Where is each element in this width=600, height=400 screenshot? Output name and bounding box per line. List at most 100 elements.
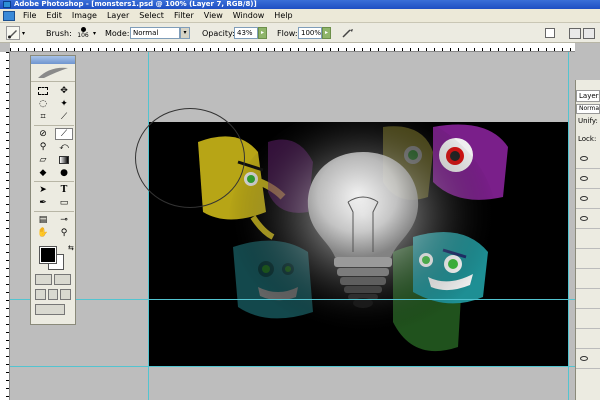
- layer-row[interactable]: [576, 349, 600, 369]
- swap-colors-icon[interactable]: ⇆: [68, 244, 74, 252]
- standard-mode-icon[interactable]: [35, 274, 52, 285]
- layer-row[interactable]: [576, 149, 600, 169]
- guide-vertical-left[interactable]: [148, 52, 149, 400]
- blend-mode-select[interactable]: Normal: [576, 104, 600, 114]
- palette-well-icon-2: [583, 27, 595, 39]
- opacity-input[interactable]: 43%: [234, 27, 258, 39]
- flow-input[interactable]: 100%: [298, 27, 322, 39]
- layer-row[interactable]: [576, 289, 600, 309]
- color-swatches: ⇆: [34, 244, 74, 270]
- eye-icon[interactable]: [580, 156, 588, 161]
- layer-row[interactable]: [576, 249, 600, 269]
- mode-dropdown-arrow-icon: ▾: [180, 27, 190, 39]
- file-browser-icon: [545, 28, 555, 38]
- jump-to-imageready-icon[interactable]: [35, 304, 65, 315]
- pen-tool-icon[interactable]: ✒: [34, 197, 52, 209]
- flow-slider-arrow-icon[interactable]: ▸: [322, 27, 331, 39]
- options-bar: ▾ Brush: 106 ▾ Mode: Normal ▾ Opacity: 4…: [0, 23, 600, 43]
- jump-to-button: [31, 302, 75, 317]
- lock-label: Lock:: [578, 135, 597, 143]
- mode-select[interactable]: Normal ▾: [130, 23, 190, 43]
- mode-label: Mode:: [105, 28, 130, 38]
- flow-control[interactable]: 100% ▸: [298, 23, 331, 43]
- eraser-tool-icon[interactable]: ▱: [34, 154, 52, 166]
- menu-help[interactable]: Help: [269, 9, 297, 23]
- eye-icon[interactable]: [580, 356, 588, 361]
- magic-wand-tool-icon[interactable]: ✦: [55, 98, 73, 110]
- toolbox-panel: ✥ ◌ ✦ ⌗ ⟋ ⊘ ⟋ ⚲ ⤺ ▱ ◆ ● ➤ T ✒ ▭ ▤ ⊸ ✋ ⚲ …: [30, 55, 76, 325]
- toolbox-grip[interactable]: [31, 56, 75, 64]
- brush-picker[interactable]: 106: [72, 23, 94, 43]
- guide-vertical-right[interactable]: [568, 52, 569, 400]
- quick-mask-mode-icon[interactable]: [54, 274, 71, 285]
- layer-row[interactable]: [576, 269, 600, 289]
- layer-row[interactable]: [576, 309, 600, 329]
- eye-icon[interactable]: [580, 176, 588, 181]
- notes-tool-icon[interactable]: ▤: [34, 214, 52, 226]
- eye-icon[interactable]: [580, 216, 588, 221]
- clone-stamp-tool-icon[interactable]: ⚲: [34, 141, 52, 153]
- vertical-ruler[interactable]: [0, 52, 10, 400]
- airbrush-button[interactable]: [340, 23, 356, 43]
- menu-file[interactable]: File: [18, 9, 41, 23]
- foreground-color-swatch[interactable]: [39, 246, 57, 264]
- layers-panel: Layers Normal Unify: Lock:: [575, 80, 600, 400]
- history-brush-tool-icon[interactable]: ⤺: [55, 141, 73, 153]
- palette-well[interactable]: [565, 23, 599, 43]
- screen-mode-buttons: [31, 287, 75, 302]
- menu-image[interactable]: Image: [67, 9, 102, 23]
- menu-bar: File Edit Image Layer Select Filter View…: [0, 9, 600, 23]
- eyedropper-tool-icon[interactable]: ⊸: [55, 214, 73, 226]
- brush-tool-icon[interactable]: ⟋: [55, 128, 73, 140]
- full-screen-menu-mode-icon[interactable]: [47, 289, 59, 300]
- path-selection-tool-icon[interactable]: ➤: [34, 184, 52, 196]
- preset-dropdown-arrow-icon: ▾: [22, 29, 26, 37]
- standard-screen-mode-icon[interactable]: [35, 289, 46, 300]
- type-tool-icon[interactable]: T: [55, 184, 73, 196]
- tool-preset-picker[interactable]: ▾: [6, 23, 32, 43]
- blur-tool-icon[interactable]: ◆: [34, 167, 52, 179]
- healing-brush-tool-icon[interactable]: ⊘: [34, 128, 52, 140]
- brush-label: Brush:: [46, 28, 72, 38]
- brush-cursor-outline: [135, 108, 245, 208]
- menu-edit[interactable]: Edit: [41, 9, 67, 23]
- menu-select[interactable]: Select: [134, 9, 169, 23]
- menu-layer[interactable]: Layer: [102, 9, 134, 23]
- guide-horizontal-bottom[interactable]: [10, 366, 575, 367]
- lasso-tool-icon[interactable]: ◌: [34, 98, 52, 110]
- layer-row[interactable]: [576, 209, 600, 229]
- crop-tool-icon[interactable]: ⌗: [34, 111, 52, 123]
- move-tool-icon[interactable]: ✥: [55, 85, 73, 97]
- guide-horizontal-middle[interactable]: [10, 299, 575, 300]
- mode-value: Normal: [130, 27, 180, 39]
- feather-icon: [38, 67, 68, 78]
- opacity-label: Opacity:: [202, 28, 235, 38]
- menu-view[interactable]: View: [199, 9, 228, 23]
- brush-dropdown-arrow-icon[interactable]: ▾: [93, 23, 96, 43]
- brush-tool-icon: [6, 26, 20, 40]
- zoom-tool-icon[interactable]: ⚲: [55, 227, 73, 239]
- horizontal-ruler[interactable]: [10, 43, 575, 52]
- opacity-slider-arrow-icon[interactable]: ▸: [258, 27, 267, 39]
- brush-size: 106: [77, 32, 89, 39]
- marquee-tool-icon[interactable]: [34, 85, 52, 97]
- menu-filter[interactable]: Filter: [169, 9, 199, 23]
- shape-tool-icon[interactable]: ▭: [55, 197, 73, 209]
- layer-row[interactable]: [576, 329, 600, 349]
- hand-tool-icon[interactable]: ✋: [34, 227, 52, 239]
- layer-row[interactable]: [576, 229, 600, 249]
- gradient-tool-icon[interactable]: [55, 154, 73, 166]
- file-browser-button[interactable]: [543, 23, 557, 43]
- opacity-control[interactable]: 43% ▸: [234, 23, 267, 43]
- menu-window[interactable]: Window: [228, 9, 270, 23]
- eye-icon[interactable]: [580, 196, 588, 201]
- slice-tool-icon[interactable]: ⟋: [55, 111, 73, 123]
- photoshop-logo-icon[interactable]: [3, 10, 15, 21]
- dodge-tool-icon[interactable]: ●: [55, 167, 73, 179]
- layer-row[interactable]: [576, 189, 600, 209]
- full-screen-mode-icon[interactable]: [60, 289, 72, 300]
- layer-row[interactable]: [576, 169, 600, 189]
- adobe-online-button[interactable]: [31, 64, 75, 82]
- window-title: Adobe Photoshop - [monsters1.psd @ 100% …: [14, 0, 257, 8]
- layers-tab[interactable]: Layers: [576, 90, 600, 102]
